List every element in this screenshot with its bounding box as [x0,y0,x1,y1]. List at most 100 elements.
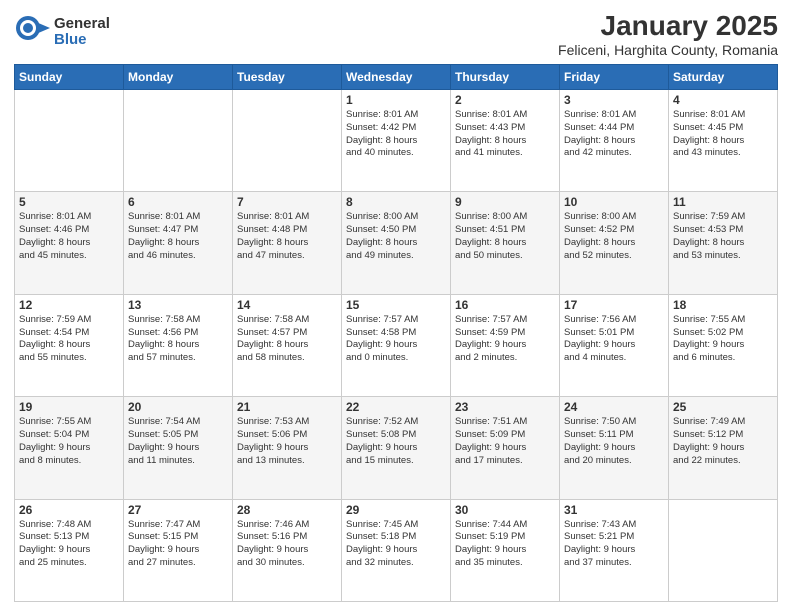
day-info: Sunrise: 7:50 AM Sunset: 5:11 PM Dayligh… [564,416,664,467]
day-info: Sunrise: 8:00 AM Sunset: 4:51 PM Dayligh… [455,211,555,262]
calendar-cell: 18 Sunrise: 7:55 AM Sunset: 5:02 PM Dayli… [669,294,778,396]
day-number: 3 [564,93,664,107]
logo-icon [14,14,50,50]
calendar-cell: 20Sunrise: 7:54 AM Sunset: 5:05 PM Dayli… [124,397,233,499]
calendar-cell: 13Sunrise: 7:58 AM Sunset: 4:56 PM Dayli… [124,294,233,396]
calendar-header-row: SundayMondayTuesdayWednesdayThursdayFrid… [15,65,778,90]
calendar-cell: 4 Sunrise: 8:01 AM Sunset: 4:45 PM Daylig… [669,90,778,192]
day-info: Sunrise: 7:57 AM Sunset: 4:58 PM Dayligh… [346,314,446,365]
day-info: Sunrise: 8:01 AM Sunset: 4:44 PM Dayligh… [564,109,664,160]
calendar-cell: 2 Sunrise: 8:01 AM Sunset: 4:43 PM Daylig… [451,90,560,192]
calendar-cell: 24 Sunrise: 7:50 AM Sunset: 5:11 PM Dayli… [560,397,669,499]
day-info: Sunrise: 7:44 AM Sunset: 5:19 PM Dayligh… [455,519,555,570]
calendar-cell: 27 Sunrise: 7:47 AM Sunset: 5:15 PM Dayli… [124,499,233,601]
calendar-cell [669,499,778,601]
day-number: 30 [455,503,555,517]
day-number: 8 [346,195,446,209]
day-number: 10 [564,195,664,209]
day-number: 16 [455,298,555,312]
day-info: Sunrise: 7:54 AM Sunset: 5:05 PM Dayligh… [128,416,228,467]
calendar-day-header: Thursday [451,65,560,90]
calendar-cell: 11 Sunrise: 7:59 AM Sunset: 4:53 PM Dayli… [669,192,778,294]
calendar-table: SundayMondayTuesdayWednesdayThursdayFrid… [14,64,778,602]
day-info: Sunrise: 7:56 AM Sunset: 5:01 PM Dayligh… [564,314,664,365]
calendar-cell: 12 Sunrise: 7:59 AM Sunset: 4:54 PM Dayli… [15,294,124,396]
day-info: Sunrise: 7:59 AM Sunset: 4:53 PM Dayligh… [673,211,773,262]
day-info: Sunrise: 8:01 AM Sunset: 4:45 PM Dayligh… [673,109,773,160]
calendar-week-row: 19Sunrise: 7:55 AM Sunset: 5:04 PM Dayli… [15,397,778,499]
day-number: 23 [455,400,555,414]
day-info: Sunrise: 7:53 AM Sunset: 5:06 PM Dayligh… [237,416,337,467]
day-info: Sunrise: 7:58 AM Sunset: 4:57 PM Dayligh… [237,314,337,365]
day-info: Sunrise: 8:01 AM Sunset: 4:48 PM Dayligh… [237,211,337,262]
day-number: 4 [673,93,773,107]
day-number: 21 [237,400,337,414]
day-info: Sunrise: 7:48 AM Sunset: 5:13 PM Dayligh… [19,519,119,570]
day-info: Sunrise: 7:59 AM Sunset: 4:54 PM Dayligh… [19,314,119,365]
calendar-cell: 9 Sunrise: 8:00 AM Sunset: 4:51 PM Daylig… [451,192,560,294]
day-number: 9 [455,195,555,209]
day-info: Sunrise: 7:47 AM Sunset: 5:15 PM Dayligh… [128,519,228,570]
day-number: 13 [128,298,228,312]
day-number: 2 [455,93,555,107]
day-number: 26 [19,503,119,517]
page-subtitle: Feliceni, Harghita County, Romania [558,42,778,58]
day-info: Sunrise: 8:01 AM Sunset: 4:43 PM Dayligh… [455,109,555,160]
day-number: 28 [237,503,337,517]
day-number: 7 [237,195,337,209]
calendar-cell: 23Sunrise: 7:51 AM Sunset: 5:09 PM Dayli… [451,397,560,499]
logo-text: General Blue [54,16,110,49]
day-number: 1 [346,93,446,107]
calendar-cell: 3 Sunrise: 8:01 AM Sunset: 4:44 PM Daylig… [560,90,669,192]
day-number: 17 [564,298,664,312]
day-number: 12 [19,298,119,312]
calendar-day-header: Sunday [15,65,124,90]
calendar-cell: 31 Sunrise: 7:43 AM Sunset: 5:21 PM Dayli… [560,499,669,601]
title-block: January 2025 Feliceni, Harghita County, … [558,10,778,58]
calendar-week-row: 1 Sunrise: 8:01 AM Sunset: 4:42 PM Daylig… [15,90,778,192]
calendar-cell: 1 Sunrise: 8:01 AM Sunset: 4:42 PM Daylig… [342,90,451,192]
day-number: 27 [128,503,228,517]
calendar-body: 1 Sunrise: 8:01 AM Sunset: 4:42 PM Daylig… [15,90,778,602]
calendar-day-header: Saturday [669,65,778,90]
day-number: 11 [673,195,773,209]
day-info: Sunrise: 8:01 AM Sunset: 4:46 PM Dayligh… [19,211,119,262]
day-number: 22 [346,400,446,414]
calendar-cell: 14 Sunrise: 7:58 AM Sunset: 4:57 PM Dayli… [233,294,342,396]
page-title: January 2025 [558,10,778,42]
calendar-header: SundayMondayTuesdayWednesdayThursdayFrid… [15,65,778,90]
day-info: Sunrise: 7:55 AM Sunset: 5:02 PM Dayligh… [673,314,773,365]
day-number: 14 [237,298,337,312]
day-info: Sunrise: 7:57 AM Sunset: 4:59 PM Dayligh… [455,314,555,365]
day-info: Sunrise: 8:01 AM Sunset: 4:42 PM Dayligh… [346,109,446,160]
calendar-week-row: 5 Sunrise: 8:01 AM Sunset: 4:46 PM Daylig… [15,192,778,294]
day-number: 19 [19,400,119,414]
day-number: 31 [564,503,664,517]
day-info: Sunrise: 7:43 AM Sunset: 5:21 PM Dayligh… [564,519,664,570]
calendar-cell: 29Sunrise: 7:45 AM Sunset: 5:18 PM Dayli… [342,499,451,601]
day-info: Sunrise: 8:00 AM Sunset: 4:50 PM Dayligh… [346,211,446,262]
calendar-cell: 10Sunrise: 8:00 AM Sunset: 4:52 PM Dayli… [560,192,669,294]
calendar-cell: 7 Sunrise: 8:01 AM Sunset: 4:48 PM Daylig… [233,192,342,294]
calendar-cell [233,90,342,192]
day-number: 25 [673,400,773,414]
calendar-cell [124,90,233,192]
calendar-day-header: Friday [560,65,669,90]
day-number: 29 [346,503,446,517]
calendar-cell: 5 Sunrise: 8:01 AM Sunset: 4:46 PM Daylig… [15,192,124,294]
calendar-cell: 25Sunrise: 7:49 AM Sunset: 5:12 PM Dayli… [669,397,778,499]
logo-general-text: General [54,16,110,33]
day-number: 15 [346,298,446,312]
day-number: 5 [19,195,119,209]
calendar-day-header: Wednesday [342,65,451,90]
day-number: 24 [564,400,664,414]
day-info: Sunrise: 7:46 AM Sunset: 5:16 PM Dayligh… [237,519,337,570]
page: General Blue January 2025 Feliceni, Harg… [0,0,792,612]
calendar-cell: 6Sunrise: 8:01 AM Sunset: 4:47 PM Daylig… [124,192,233,294]
header: General Blue January 2025 Feliceni, Harg… [14,10,778,58]
calendar-cell: 19Sunrise: 7:55 AM Sunset: 5:04 PM Dayli… [15,397,124,499]
calendar-cell: 22Sunrise: 7:52 AM Sunset: 5:08 PM Dayli… [342,397,451,499]
day-number: 18 [673,298,773,312]
calendar-week-row: 26 Sunrise: 7:48 AM Sunset: 5:13 PM Dayli… [15,499,778,601]
calendar-day-header: Monday [124,65,233,90]
